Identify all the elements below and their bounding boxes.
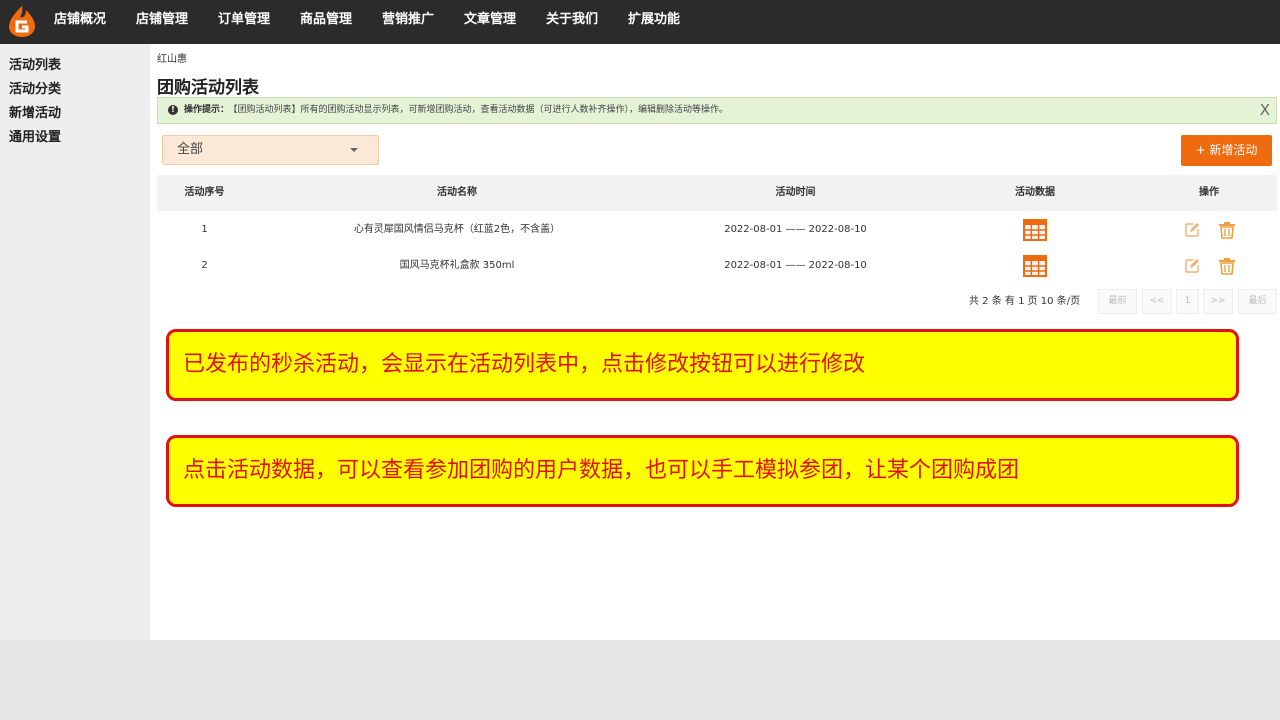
- top-navbar: 店铺概况 店铺管理 订单管理 商品管理 营销推广 文章管理 关于我们 扩展功能: [0, 0, 1280, 44]
- table-header: 活动序号 活动名称 活动时间 活动数据 操作: [157, 175, 1277, 211]
- table-grid-icon[interactable]: [1023, 255, 1047, 277]
- footer-area: [0, 640, 1280, 720]
- nav-marketing[interactable]: 营销推广: [382, 0, 434, 44]
- sidebar: 活动列表 活动分类 新增活动 通用设置: [0, 44, 150, 640]
- pagination-prev[interactable]: <<: [1142, 289, 1172, 314]
- chevron-down-icon: [350, 148, 358, 152]
- col-activity-name: 活动名称: [437, 187, 477, 198]
- col-activity-time: 活动时间: [775, 187, 816, 198]
- col-activity-data: 活动数据: [1015, 187, 1055, 198]
- status-filter-value: 全部: [177, 142, 204, 157]
- sidebar-item-activity-list[interactable]: 活动列表: [9, 54, 61, 73]
- table-row: 2 国风马克杯礼盒款 350ml 2022-08-01 —— 2022-08-1…: [157, 248, 1277, 284]
- annotation-callout: 点击活动数据，可以查看参加团购的用户数据，也可以手工模拟参团，让某个团购成团: [166, 435, 1239, 507]
- brand-logo-icon[interactable]: [6, 4, 38, 38]
- trash-icon[interactable]: [1218, 221, 1236, 239]
- table-row: 1 心有灵犀国风情侣马克杯（红蓝2色，不含盖） 2022-08-01 —— 20…: [157, 212, 1277, 248]
- row-time: 2022-08-01 —— 2022-08-10: [724, 260, 867, 271]
- row-time: 2022-08-01 —— 2022-08-10: [724, 224, 867, 235]
- pagination-first[interactable]: 最前: [1098, 289, 1137, 314]
- table-grid-icon[interactable]: [1023, 219, 1047, 241]
- tip-label: 操作提示：: [184, 105, 230, 115]
- status-filter-select[interactable]: 全部: [162, 135, 379, 165]
- annotation-callout: 已发布的秒杀活动，会显示在活动列表中，点击修改按钮可以进行修改: [166, 329, 1239, 401]
- row-id: 1: [201, 224, 208, 235]
- info-icon: !: [168, 104, 178, 115]
- nav-store-management[interactable]: 店铺管理: [136, 0, 188, 44]
- tip-close-button[interactable]: X: [1260, 98, 1270, 123]
- sidebar-item-general-settings[interactable]: 通用设置: [9, 126, 61, 145]
- pagination-last[interactable]: 最后: [1238, 289, 1277, 314]
- row-name: 心有灵犀国风情侣马克杯（红蓝2色，不含盖）: [353, 224, 561, 235]
- sidebar-item-activity-category[interactable]: 活动分类: [9, 78, 61, 97]
- nav-order-management[interactable]: 订单管理: [218, 0, 270, 44]
- nav-extensions[interactable]: 扩展功能: [628, 0, 680, 44]
- breadcrumb[interactable]: 红山惠: [157, 50, 187, 65]
- nav-about-us[interactable]: 关于我们: [546, 0, 598, 44]
- pagination-next[interactable]: >>: [1203, 289, 1233, 314]
- nav-store-overview[interactable]: 店铺概况: [54, 0, 106, 44]
- tip-banner: ! 操作提示： 【团购活动列表】所有的团购活动显示列表，可新增团购活动，查看活动数据…: [157, 97, 1277, 124]
- pagination-info: 共 2 条 有 1 页 10 条/页: [969, 296, 1081, 307]
- nav-article-management[interactable]: 文章管理: [464, 0, 516, 44]
- trash-icon[interactable]: [1218, 257, 1236, 275]
- sidebar-item-new-activity[interactable]: 新增活动: [9, 102, 61, 121]
- pagination-page[interactable]: 1: [1176, 289, 1199, 314]
- edit-icon[interactable]: [1184, 222, 1200, 238]
- add-activity-button[interactable]: + 新增活动: [1181, 135, 1272, 166]
- edit-icon[interactable]: [1184, 258, 1200, 274]
- row-name: 国风马克杯礼盒款 350ml: [399, 260, 515, 271]
- tip-text: 【团购活动列表】所有的团购活动显示列表，可新增团购活动，查看活动数据（可进行人数…: [233, 105, 729, 115]
- nav-product-management[interactable]: 商品管理: [300, 0, 352, 44]
- col-activity-id: 活动序号: [184, 187, 225, 198]
- row-id: 2: [201, 260, 208, 271]
- page-title: 团购活动列表: [157, 78, 259, 98]
- col-actions: 操作: [1199, 187, 1219, 198]
